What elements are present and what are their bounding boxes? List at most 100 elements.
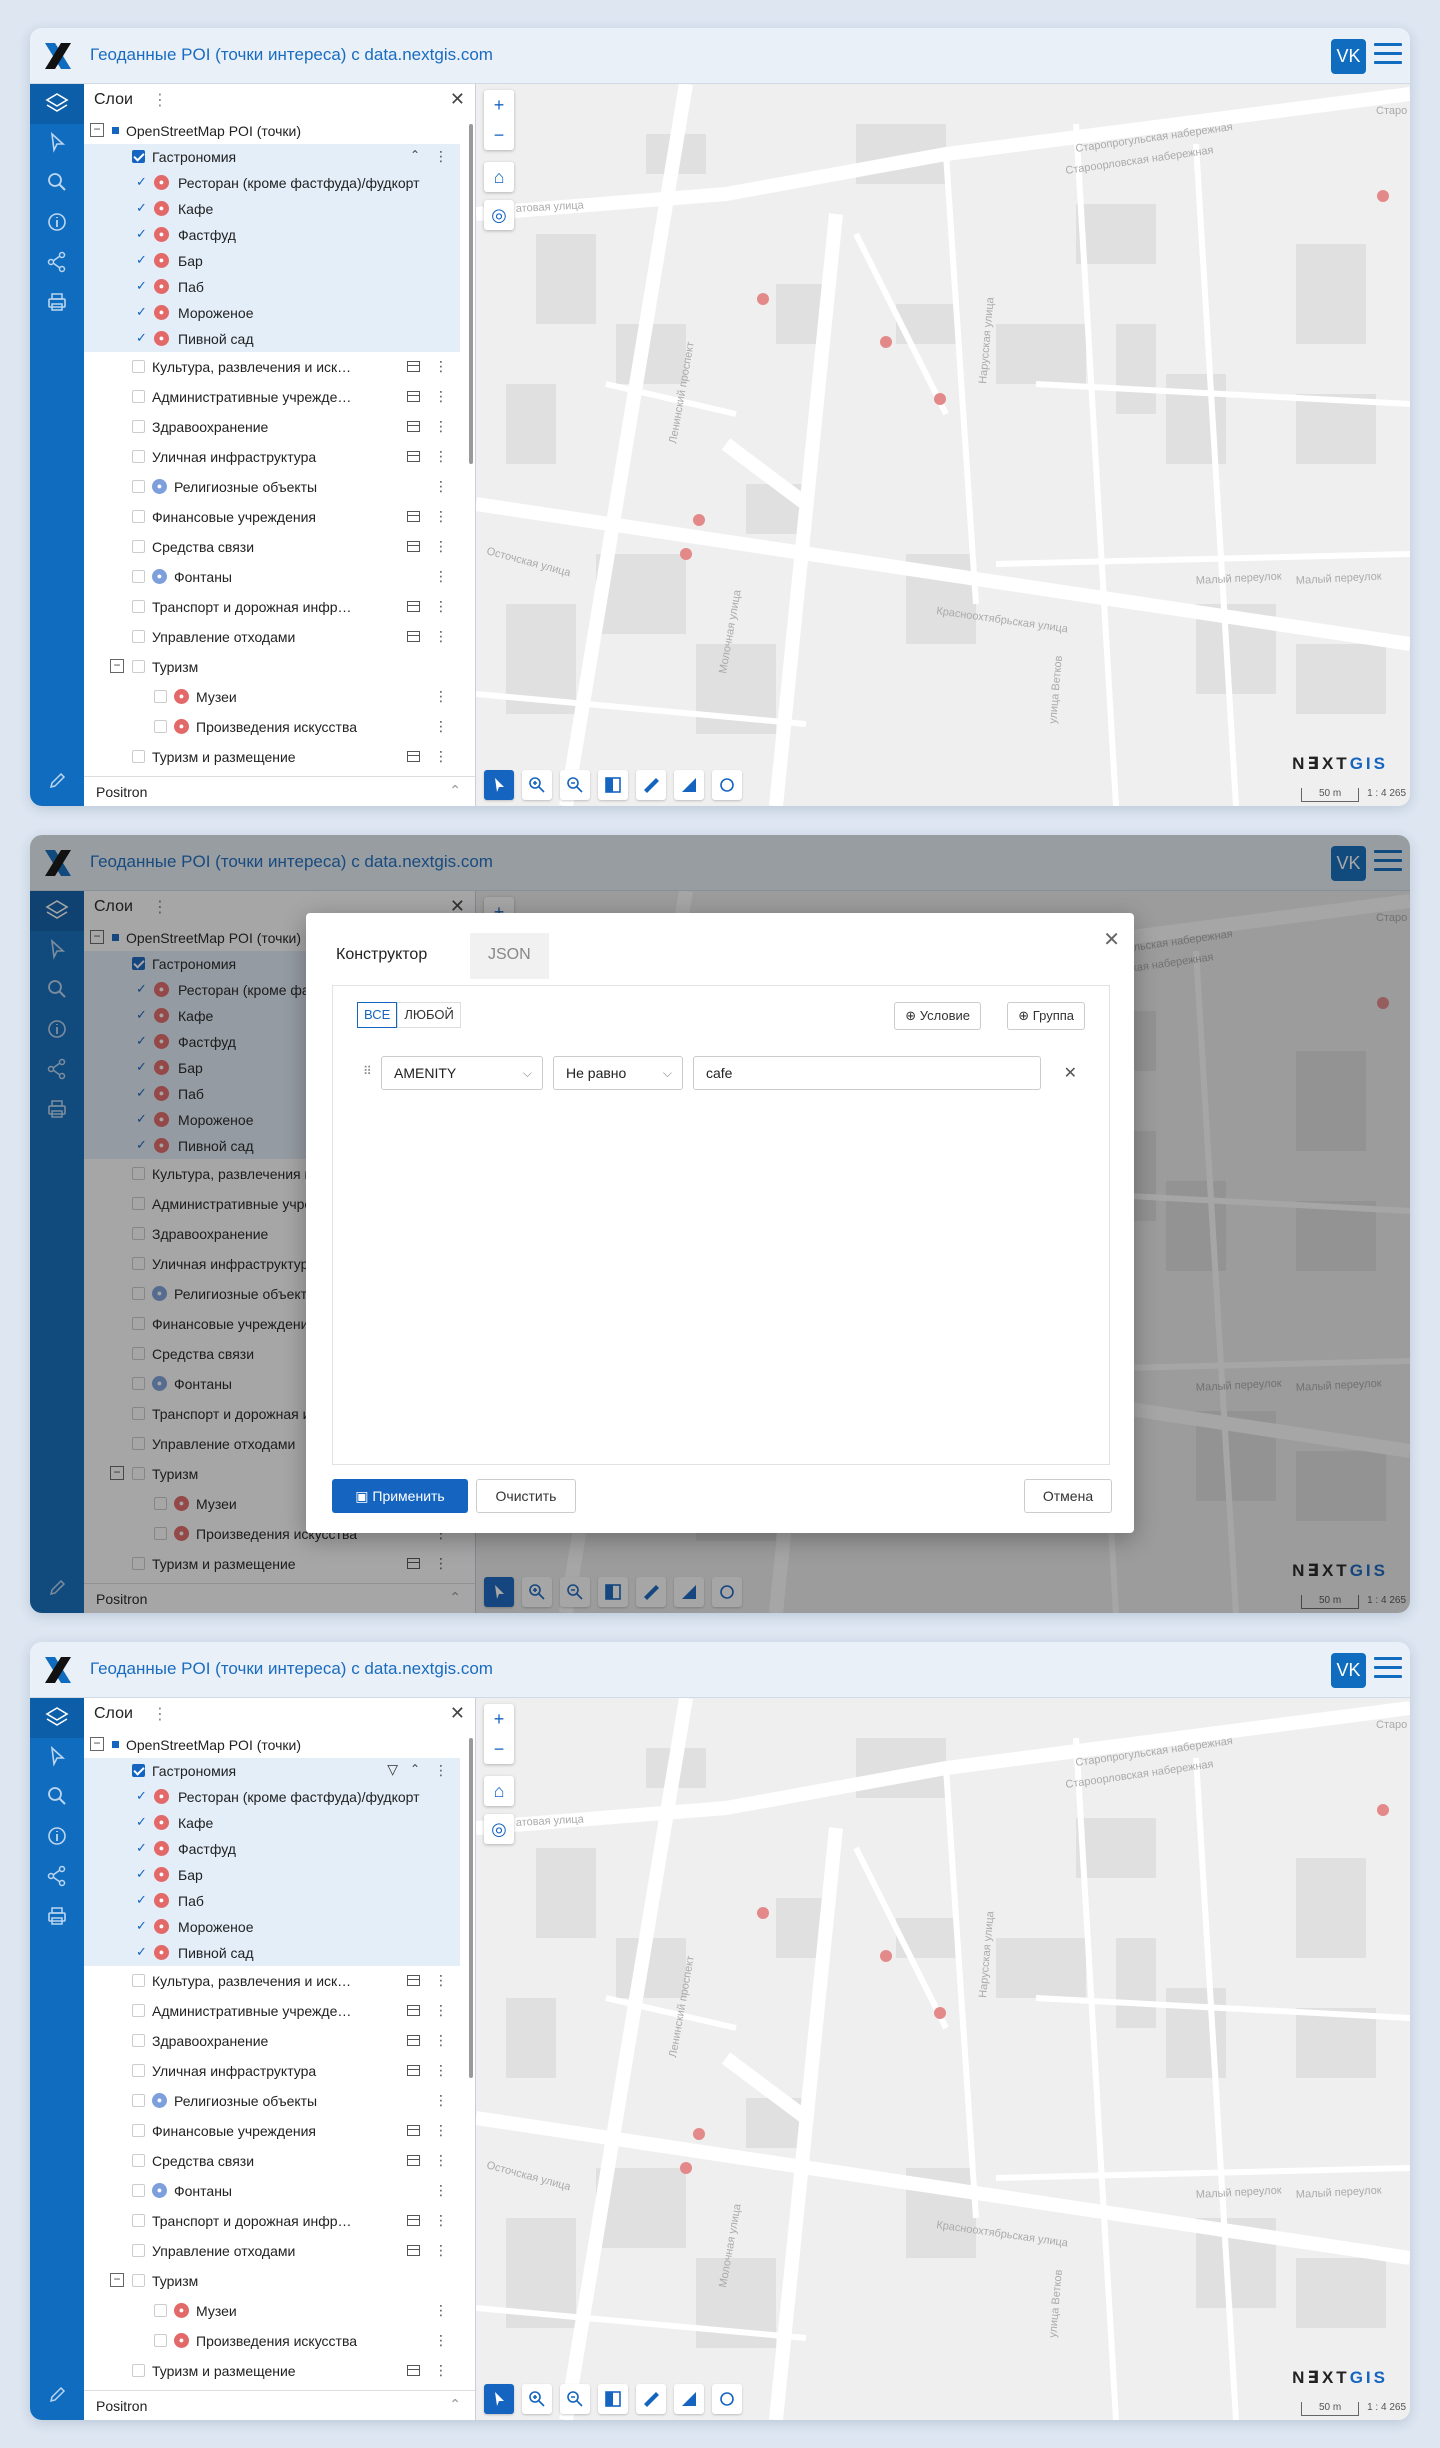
layer-checkbox[interactable]	[132, 2364, 145, 2377]
collapse-icon[interactable]: −	[90, 1737, 104, 1751]
tree-row-item[interactable]: Транспорт и дорожная инфр… ⋮	[84, 2206, 460, 2236]
edit-pencil-icon[interactable]	[43, 2380, 71, 2408]
tree-row-child[interactable]: ✓ ● Фастфуд	[84, 1836, 460, 1862]
tree-row-item[interactable]: Туризм и размещение ⋮	[84, 742, 460, 772]
tree-row-child[interactable]: ✓ ● Кафе	[84, 196, 460, 222]
row-menu-icon[interactable]: ⋮	[434, 538, 448, 555]
map-view[interactable]: Староорловская набережная Старопрогульск…	[476, 84, 1410, 806]
layer-checkbox[interactable]	[132, 360, 145, 373]
check-icon[interactable]: ✓	[136, 1814, 147, 1830]
locate-icon[interactable]: ◎	[484, 200, 514, 230]
close-icon[interactable]: ✕	[450, 89, 465, 110]
zoom-out-tool-icon[interactable]	[560, 770, 590, 800]
attribute-table-icon[interactable]	[407, 541, 420, 552]
layer-checkbox[interactable]	[132, 2124, 145, 2137]
edit-pencil-icon[interactable]	[43, 766, 71, 794]
layer-checkbox[interactable]	[154, 2304, 167, 2317]
row-menu-icon[interactable]: ⋮	[434, 508, 448, 525]
row-menu-icon[interactable]: ⋮	[434, 2182, 448, 2199]
layer-checkbox[interactable]	[132, 750, 145, 763]
home-icon[interactable]: ⌂	[484, 1776, 514, 1806]
layer-checkbox[interactable]	[132, 540, 145, 553]
row-menu-icon[interactable]: ⋮	[434, 448, 448, 465]
layer-checkbox[interactable]	[132, 1764, 145, 1777]
search-icon[interactable]	[43, 168, 71, 196]
attribute-table-icon[interactable]	[407, 2155, 420, 2166]
attribute-table-icon[interactable]	[407, 361, 420, 372]
tab-json[interactable]: JSON	[470, 933, 549, 979]
layer-checkbox[interactable]	[154, 720, 167, 733]
check-icon[interactable]: ✓	[136, 200, 147, 216]
layer-checkbox[interactable]	[154, 690, 167, 703]
layer-checkbox[interactable]	[132, 2274, 145, 2287]
check-icon[interactable]: ✓	[136, 1840, 147, 1856]
layer-checkbox[interactable]	[132, 2004, 145, 2017]
row-menu-icon[interactable]: ⋮	[434, 2062, 448, 2079]
operator-select[interactable]: Не равно ⌵	[553, 1056, 683, 1090]
attribute-table-icon[interactable]	[407, 2245, 420, 2256]
check-icon[interactable]: ✓	[136, 1892, 147, 1908]
tree-row-child[interactable]: ✓ ● Фастфуд	[84, 222, 460, 248]
row-menu-icon[interactable]: ⋮	[434, 2242, 448, 2259]
tree-row-child[interactable]: ✓ ● Бар	[84, 248, 460, 274]
tree-row-item[interactable]: ● Произведения искусства ⋮	[84, 2326, 460, 2356]
identify-icon[interactable]	[712, 2384, 742, 2414]
layer-checkbox[interactable]	[132, 2034, 145, 2047]
share-icon[interactable]	[43, 248, 71, 276]
attribute-table-icon[interactable]	[407, 421, 420, 432]
tree-row-item[interactable]: Туризм и размещение ⋮	[84, 2356, 460, 2386]
tree-row-item[interactable]: Средства связи ⋮	[84, 532, 460, 562]
attribute-table-icon[interactable]	[407, 2065, 420, 2076]
tree-row-item[interactable]: ● Фонтаны ⋮	[84, 2176, 460, 2206]
tree-row-item[interactable]: Средства связи ⋮	[84, 2146, 460, 2176]
tree-row-child[interactable]: ✓ ● Бар	[84, 1862, 460, 1888]
basemap-selector[interactable]: Positron ⌃	[84, 2390, 475, 2420]
ruler-icon[interactable]	[636, 770, 666, 800]
menu-icon[interactable]	[1374, 1657, 1402, 1683]
tree-row-item[interactable]: Управление отходами ⋮	[84, 622, 460, 652]
tree-row-item[interactable]: Финансовые учреждения ⋮	[84, 2116, 460, 2146]
add-condition-button[interactable]: ⊕ Условие	[894, 1002, 981, 1030]
tree-row-child[interactable]: ✓ ● Мороженое	[84, 1914, 460, 1940]
value-input[interactable]: cafe	[693, 1056, 1041, 1090]
tree-row-child[interactable]: ✓ ● Паб	[84, 1888, 460, 1914]
add-group-button[interactable]: ⊕ Группа	[1007, 1002, 1085, 1030]
layer-checkbox[interactable]	[132, 150, 145, 163]
tree-row-item[interactable]: − Туризм	[84, 652, 460, 682]
logic-any-button[interactable]: ЛЮБОЙ	[397, 1002, 461, 1028]
chevron-up-icon[interactable]: ⌃	[410, 148, 420, 162]
zoom-in-button[interactable]: +	[484, 90, 514, 120]
check-icon[interactable]: ✓	[136, 1788, 147, 1804]
tree-row-item[interactable]: Транспорт и дорожная инфр… ⋮	[84, 592, 460, 622]
row-menu-icon[interactable]: ⋮	[434, 688, 448, 705]
tree-row-child[interactable]: ✓ ● Пивной сад	[84, 1940, 460, 1966]
layer-checkbox[interactable]	[132, 390, 145, 403]
attribute-table-icon[interactable]	[407, 631, 420, 642]
tree-row-item[interactable]: ● Произведения искусства ⋮	[84, 712, 460, 742]
zoom-in-button[interactable]: +	[484, 1704, 514, 1734]
tab-constructor[interactable]: Конструктор	[318, 933, 446, 979]
close-icon[interactable]: ✕	[1103, 927, 1120, 952]
layers-icon[interactable]	[30, 84, 84, 124]
share-icon[interactable]	[43, 1862, 71, 1890]
layer-checkbox[interactable]	[132, 2154, 145, 2167]
tree-row-group[interactable]: Гастрономия ⌃ ⋮	[84, 144, 460, 170]
row-menu-icon[interactable]: ⋮	[434, 2212, 448, 2229]
row-menu-icon[interactable]: ⋮	[434, 358, 448, 375]
tree-row-item[interactable]: Здравоохранение ⋮	[84, 2026, 460, 2056]
layer-checkbox[interactable]	[132, 2094, 145, 2107]
attribute-table-icon[interactable]	[407, 451, 420, 462]
collapse-icon[interactable]: −	[90, 123, 104, 137]
row-menu-icon[interactable]: ⋮	[434, 148, 448, 165]
attribute-table-icon[interactable]	[407, 391, 420, 402]
tree-row-child[interactable]: ✓ ● Кафе	[84, 1810, 460, 1836]
tree-row-item[interactable]: − Туризм	[84, 2266, 460, 2296]
row-menu-icon[interactable]: ⋮	[434, 2092, 448, 2109]
layer-checkbox[interactable]	[132, 1974, 145, 1987]
map-canvas[interactable]: Староорловская набережная Старопрогульск…	[476, 84, 1410, 806]
layers-icon[interactable]	[30, 1698, 84, 1738]
row-menu-icon[interactable]: ⋮	[434, 2122, 448, 2139]
tree-row-item[interactable]: ● Фонтаны ⋮	[84, 562, 460, 592]
layer-checkbox[interactable]	[132, 420, 145, 433]
area-measure-icon[interactable]	[674, 2384, 704, 2414]
